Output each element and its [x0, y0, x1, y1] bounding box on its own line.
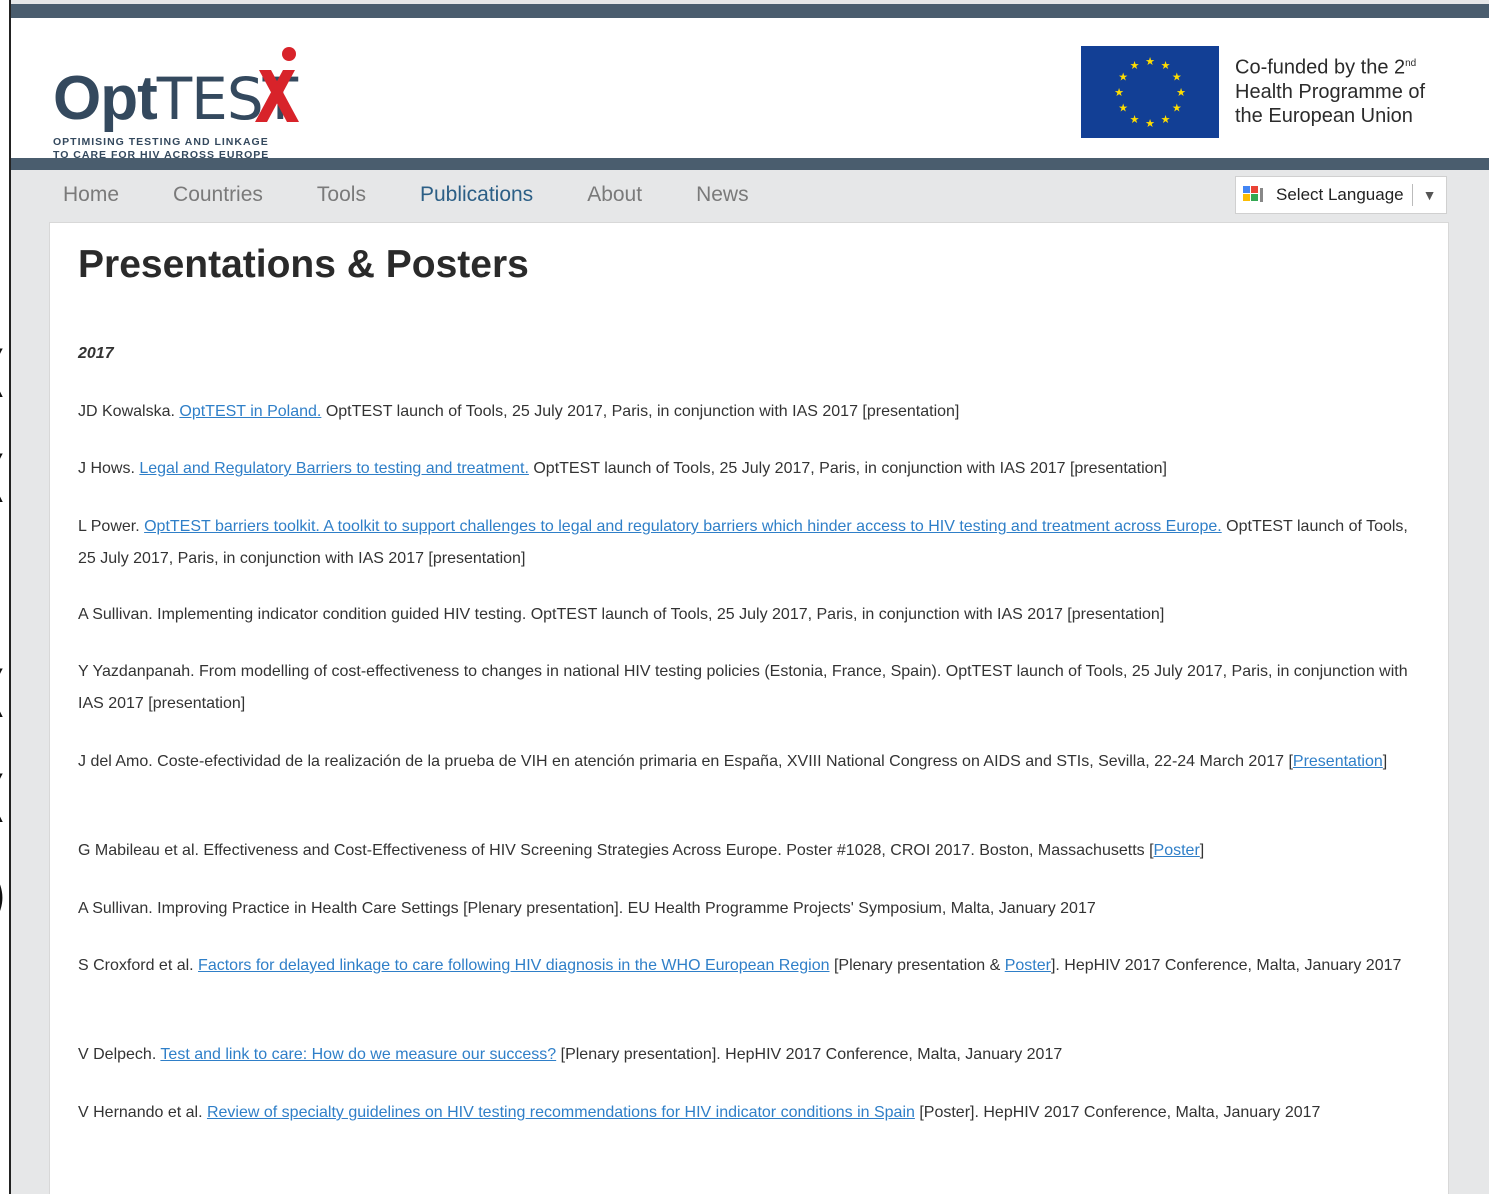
year-heading: 2017: [78, 345, 114, 362]
nav-tools[interactable]: Tools: [317, 183, 366, 207]
eu-star-icon: ★: [1114, 87, 1124, 99]
google-translate-icon: [1243, 186, 1263, 202]
main-nav: Home Countries Tools Publications About …: [63, 170, 803, 220]
publication-entry: Y Yazdanpanah. From modelling of cost-ef…: [78, 663, 1408, 712]
poster-link[interactable]: Poster: [1005, 957, 1051, 974]
publication-entry: JD Kowalska. OptTEST in Poland. OptTEST …: [78, 403, 960, 420]
nav-news[interactable]: News: [696, 183, 749, 207]
publication-entry: V Delpech. Test and link to care: How do…: [78, 1046, 1063, 1063]
language-select-label: Select Language: [1276, 185, 1404, 204]
eu-star-icon: ★: [1145, 56, 1155, 68]
publication-entry: V Hernando et al. Review of specialty gu…: [78, 1104, 1321, 1121]
page-title: Presentations & Posters: [78, 243, 529, 286]
divider: [1411, 184, 1413, 206]
eu-funding-text: Co-funded by the 2nd Health Programme of…: [1235, 56, 1426, 127]
eu-star-icon: ★: [1145, 118, 1155, 130]
nav-publications[interactable]: Publications: [420, 183, 533, 207]
cropped-glyph: (: [0, 770, 7, 824]
eu-star-icon: ★: [1130, 60, 1140, 72]
left-edge-strip: : : ( ( : ( ( ): [0, 0, 11, 1194]
header-rule: [11, 158, 1489, 170]
dropdown-arrow-icon: ▼: [1422, 187, 1437, 203]
eu-star-icon: ★: [1161, 114, 1171, 126]
publication-link[interactable]: Factors for delayed linkage to care foll…: [198, 957, 829, 974]
eu-star-icon: ★: [1130, 114, 1140, 126]
cropped-glyph: :: [0, 545, 4, 599]
eu-star-icon: ★: [1161, 60, 1171, 72]
content-panel: Presentations & Posters 2017 JD Kowalska…: [49, 222, 1449, 1194]
publication-link[interactable]: Review of specialty guidelines on HIV te…: [207, 1104, 915, 1121]
browser-frame: OptTEST OPTIMISING TESTING AND LINKAGE T…: [11, 0, 1489, 1194]
publication-link[interactable]: OptTEST in Poland.: [179, 403, 321, 420]
publication-entry: G Mabileau et al. Effectiveness and Cost…: [78, 842, 1205, 859]
publication-link[interactable]: OptTEST barriers toolkit. A toolkit to s…: [144, 518, 1222, 535]
publication-entry: L Power. OptTEST barriers toolkit. A too…: [78, 518, 1408, 567]
eu-star-icon: ★: [1172, 72, 1182, 84]
publication-entry: A Sullivan. Implementing indicator condi…: [78, 606, 1165, 623]
publication-link[interactable]: Legal and Regulatory Barriers to testing…: [139, 460, 529, 477]
nav-about[interactable]: About: [587, 183, 642, 207]
cropped-glyph: (: [0, 450, 7, 504]
cropped-glyph: :: [0, 230, 4, 284]
eu-star-icon: ★: [1118, 103, 1128, 115]
site-header: OptTEST OPTIMISING TESTING AND LINKAGE T…: [11, 18, 1489, 161]
publication-entry: J del Amo. Coste-efectividad de la reali…: [78, 753, 1388, 770]
eu-star-icon: ★: [1118, 72, 1128, 84]
cropped-glyph: :: [0, 140, 4, 194]
publication-entry: J Hows. Legal and Regulatory Barriers to…: [78, 460, 1167, 477]
presentation-link[interactable]: Presentation: [1293, 753, 1383, 770]
cropped-glyph: (: [0, 665, 7, 719]
red-ribbon-x-icon: [255, 47, 299, 122]
top-bar: [11, 4, 1489, 18]
cropped-glyph: (: [0, 345, 7, 399]
nav-countries[interactable]: Countries: [173, 183, 263, 207]
nav-home[interactable]: Home: [63, 183, 119, 207]
publication-entry: A Sullivan. Improving Practice in Health…: [78, 900, 1096, 917]
poster-link[interactable]: Poster: [1154, 842, 1200, 859]
cropped-glyph: ): [0, 870, 7, 924]
language-select[interactable]: Select Language ▼: [1235, 176, 1447, 214]
publication-link[interactable]: Test and link to care: How do we measure…: [160, 1046, 556, 1063]
publication-entry: S Croxford et al. Factors for delayed li…: [78, 957, 1402, 974]
eu-flag-icon: ★ ★★★★★★★★★★★: [1081, 46, 1219, 138]
eu-star-icon: ★: [1176, 87, 1186, 99]
eu-star-icon: ★: [1172, 103, 1182, 115]
opttest-logo[interactable]: OptTEST OPTIMISING TESTING AND LINKAGE T…: [53, 40, 323, 161]
